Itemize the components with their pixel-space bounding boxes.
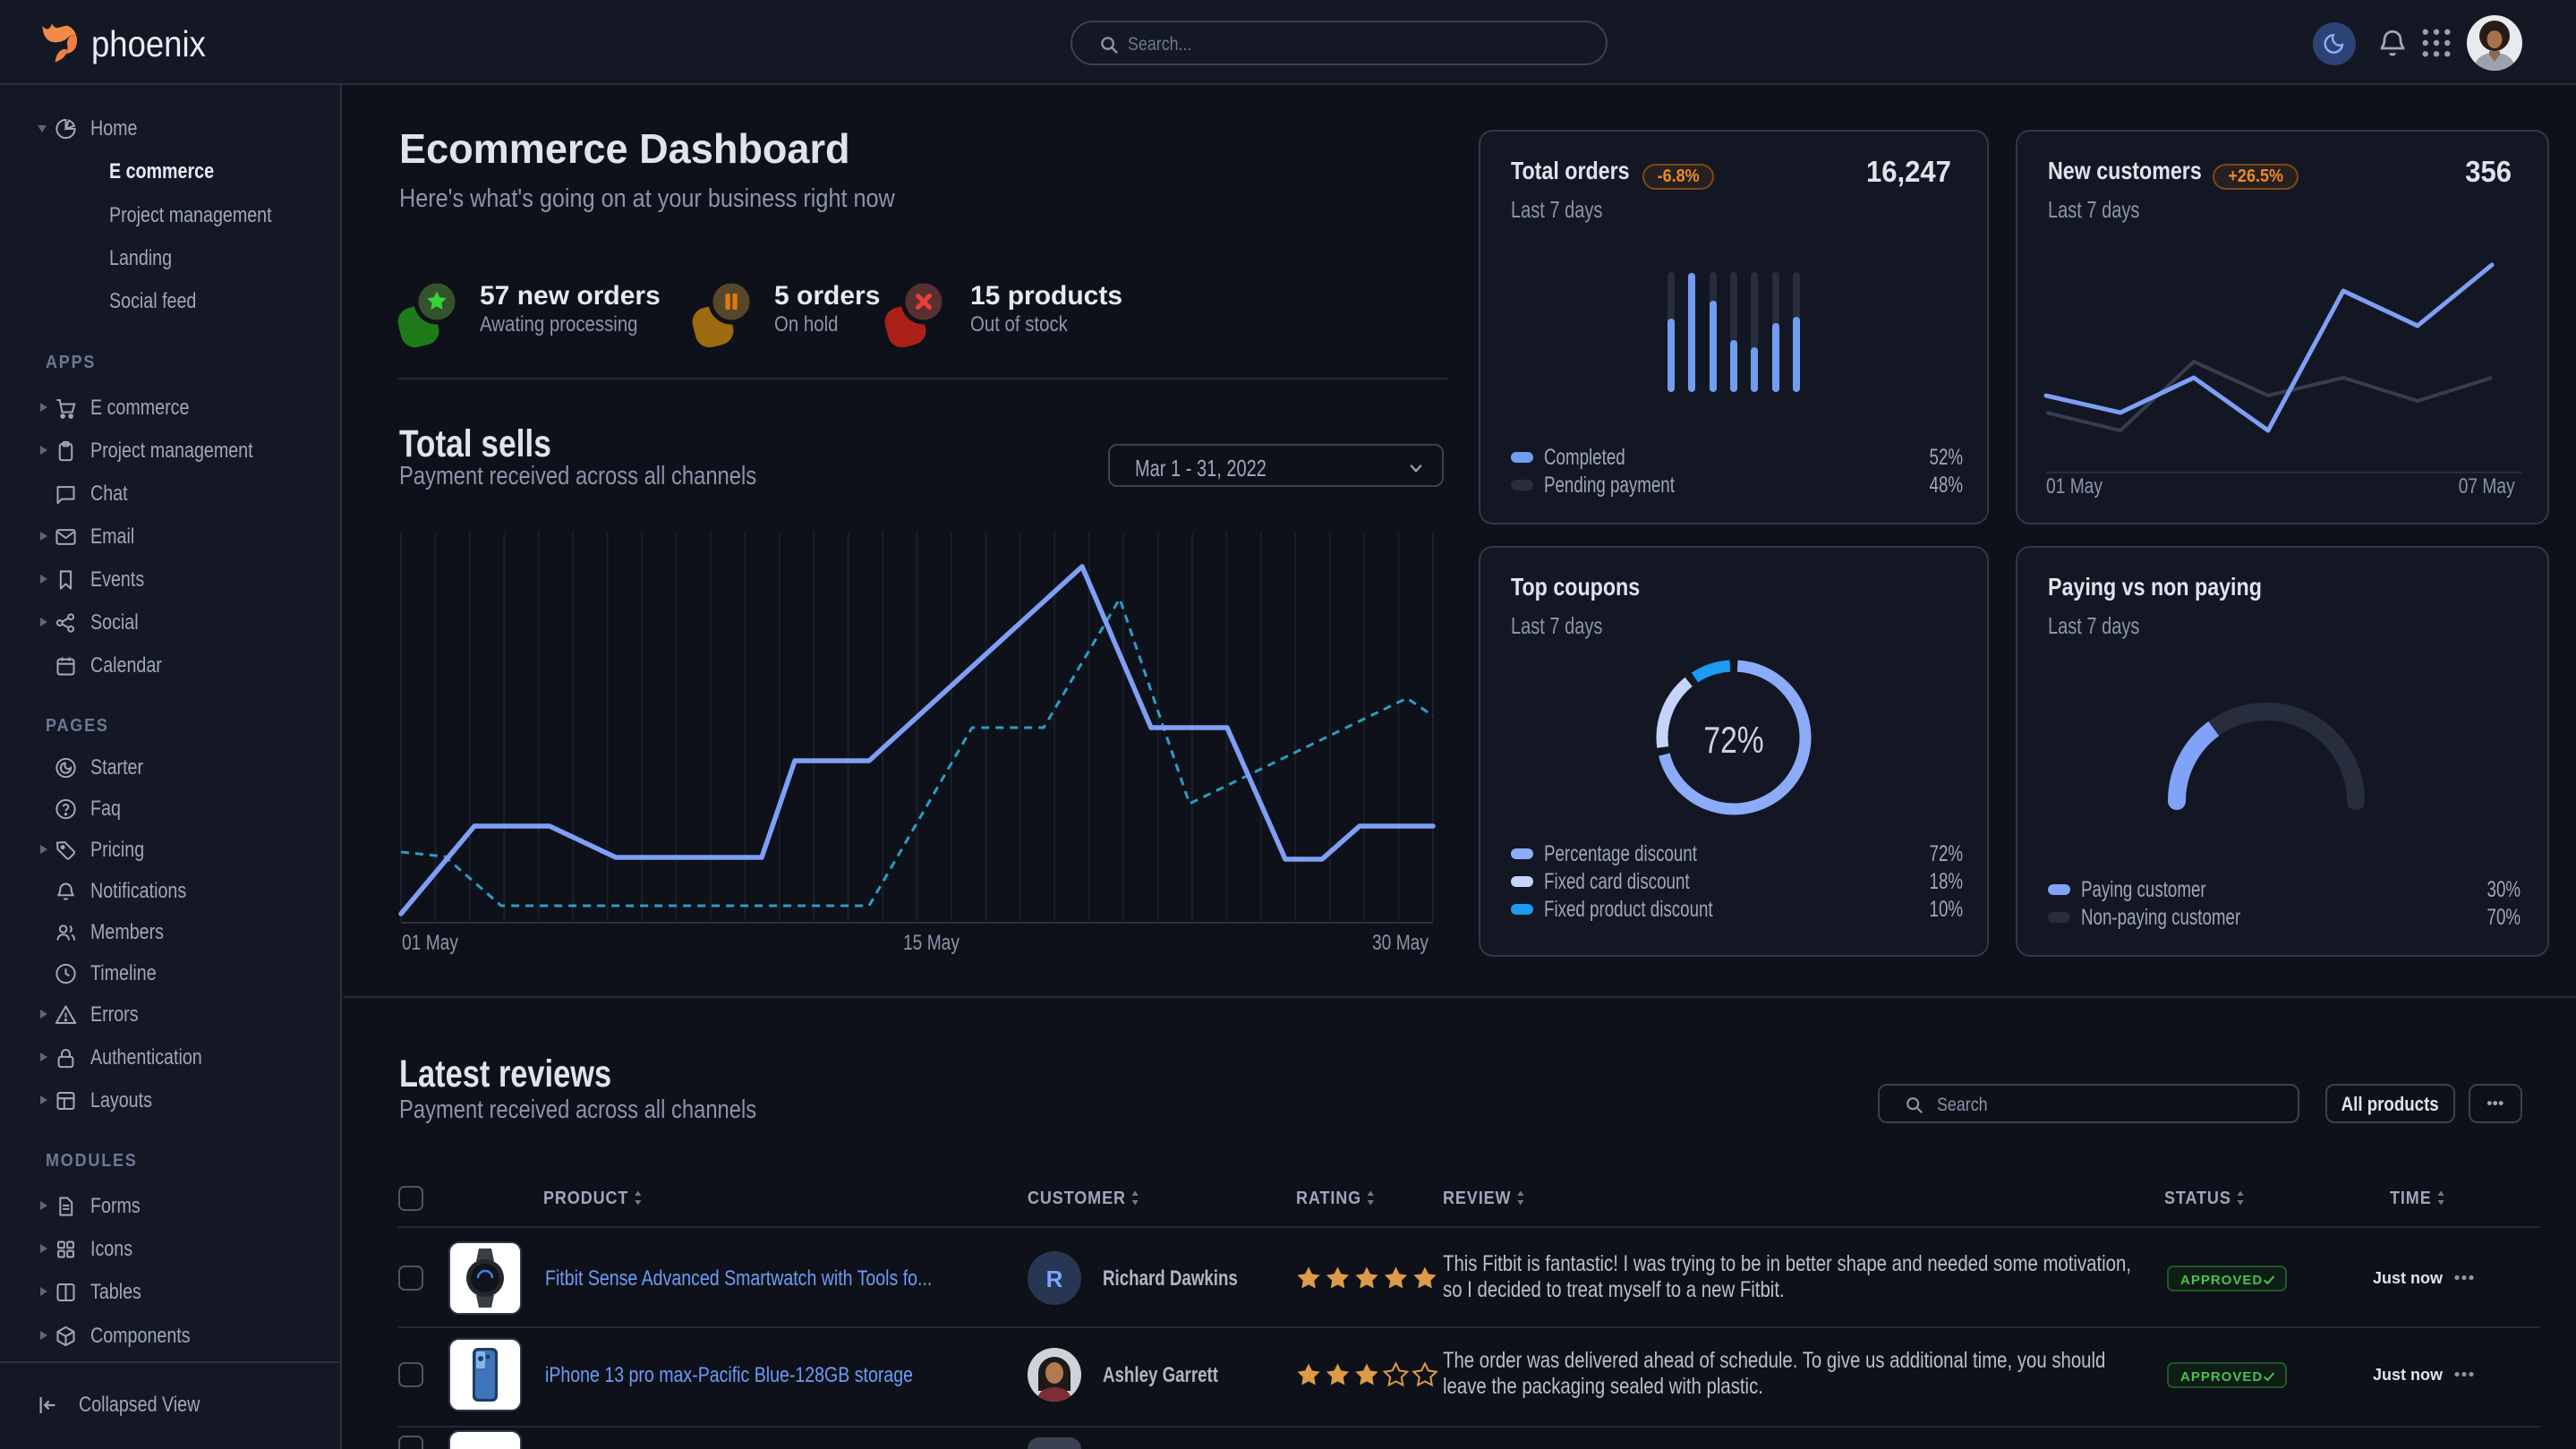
svg-text:R: R <box>1046 1266 1063 1292</box>
